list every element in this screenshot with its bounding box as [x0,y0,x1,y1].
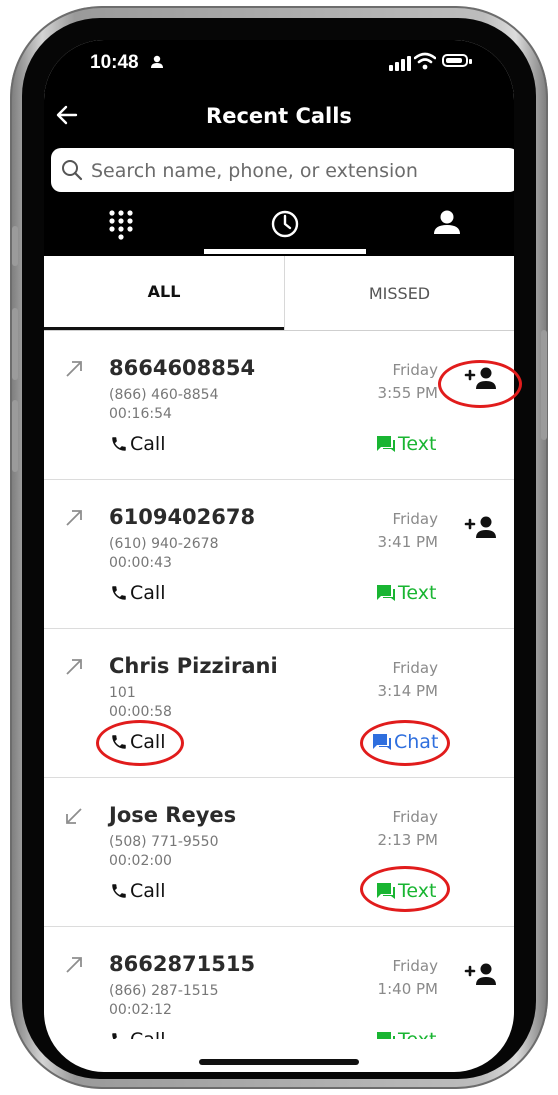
cellular-signal-icon [389,56,411,71]
call-day: Friday [392,957,438,975]
contact-name: Chris Pizzirani [109,654,278,678]
add-contact-icon[interactable] [464,962,498,986]
search-bar[interactable] [51,148,514,192]
wifi-icon [414,52,436,70]
call-duration: 00:00:43 [109,555,172,571]
incoming-call-arrow-icon [66,808,82,824]
text-label: Text [398,880,437,902]
outgoing-call-arrow-icon [66,361,82,377]
chat-button[interactable]: Chat [372,731,438,753]
battery-icon [442,54,472,67]
home-indicator[interactable] [199,1059,359,1065]
contact-name: 8664608854 [109,356,256,380]
phone-icon [112,586,126,600]
message-icon [377,1032,395,1039]
call-row[interactable]: Jose Reyes (508) 771-9550 00:02:00 Call … [44,778,514,927]
call-day: Friday [392,361,438,379]
phone-icon [112,1033,117,1039]
contact-name: 6109402678 [109,505,256,529]
text-label: Text [398,582,437,604]
add-contact-icon[interactable] [464,515,498,539]
call-time: 3:41 PM [377,533,438,551]
contact-name: 8662871515 [109,952,256,976]
text-label: Text [398,1029,436,1039]
volume-down-button [12,400,18,472]
tab-missed[interactable]: MISSED [284,256,514,330]
phone-icon [112,884,126,898]
person-status-icon [151,55,163,68]
filter-tabs: ALL MISSED [44,256,514,331]
dialpad-icon[interactable] [106,200,136,252]
call-button[interactable]: Call [110,880,165,902]
call-day: Friday [392,659,438,677]
call-label: Call [130,433,166,455]
message-icon [377,585,395,601]
clock-icon[interactable] [269,200,301,252]
call-time: 2:13 PM [377,831,438,849]
message-icon [377,883,395,899]
call-time: 3:14 PM [377,682,438,700]
message-icon [377,436,395,452]
chat-bubbles-icon [373,734,391,750]
call-day: Friday [392,510,438,528]
call-duration: 00:16:54 [109,406,172,422]
call-button[interactable]: Call [110,1029,165,1039]
call-row[interactable]: Chris Pizzirani 101 00:00:58 Call Chat F… [44,629,514,778]
phone-number: (866) 460-8854 [109,387,219,403]
text-button[interactable]: Text [376,880,436,902]
call-row[interactable]: 8664608854 (866) 460-8854 00:16:54 Call … [44,331,514,480]
contacts-person-icon[interactable] [432,200,462,252]
call-button[interactable]: Call [110,731,165,753]
text-label: Text [398,433,437,455]
contact-name: Jose Reyes [109,803,237,827]
call-label: Call [130,582,166,604]
power-button [541,330,547,440]
phone-icon [112,735,126,749]
call-duration: 00:00:58 [109,704,172,720]
screen: 10:48 Recent Calls Search name, phone, o… [44,40,514,1072]
phone-number: (610) 940-2678 [109,536,219,552]
phone-number: (508) 771-9550 [109,834,219,850]
page-title: Recent Calls [206,104,352,128]
outgoing-call-arrow-icon [66,659,82,675]
call-list: 8664608854 (866) 460-8854 00:16:54 Call … [44,331,514,1039]
call-row[interactable]: 6109402678 (610) 940-2678 00:00:43 Call … [44,480,514,629]
search-input[interactable] [89,156,513,186]
call-time: 3:55 PM [377,384,438,402]
call-label: Call [130,880,166,902]
text-button[interactable]: Text [376,433,436,455]
text-button[interactable]: Text [376,582,436,604]
call-label: Call [130,731,166,753]
active-tab-indicator [204,249,366,254]
call-button[interactable]: Call [110,582,165,604]
call-time: 1:40 PM [377,980,438,998]
extension: 101 [109,685,136,701]
phone-number: (866) 287-1515 [109,983,219,999]
search-icon [62,160,83,181]
call-day: Friday [392,808,438,826]
tab-all[interactable]: ALL [44,256,284,330]
text-button[interactable]: Text [376,1029,436,1039]
phone-icon [112,437,126,451]
call-duration: 00:02:00 [109,853,172,869]
call-duration: 00:02:12 [109,1002,172,1018]
chat-label: Chat [394,731,439,753]
call-label: Call [130,1029,165,1039]
silent-switch [12,226,18,266]
status-time: 10:48 [90,52,139,73]
volume-up-button [12,308,18,380]
outgoing-call-arrow-icon [66,957,82,973]
call-button[interactable]: Call [110,433,165,455]
call-row[interactable]: 8662871515 (866) 287-1515 00:02:12 Call … [44,927,514,1039]
app-header: 10:48 Recent Calls [44,40,514,256]
add-contact-icon[interactable] [464,366,498,390]
outgoing-call-arrow-icon [66,510,82,526]
